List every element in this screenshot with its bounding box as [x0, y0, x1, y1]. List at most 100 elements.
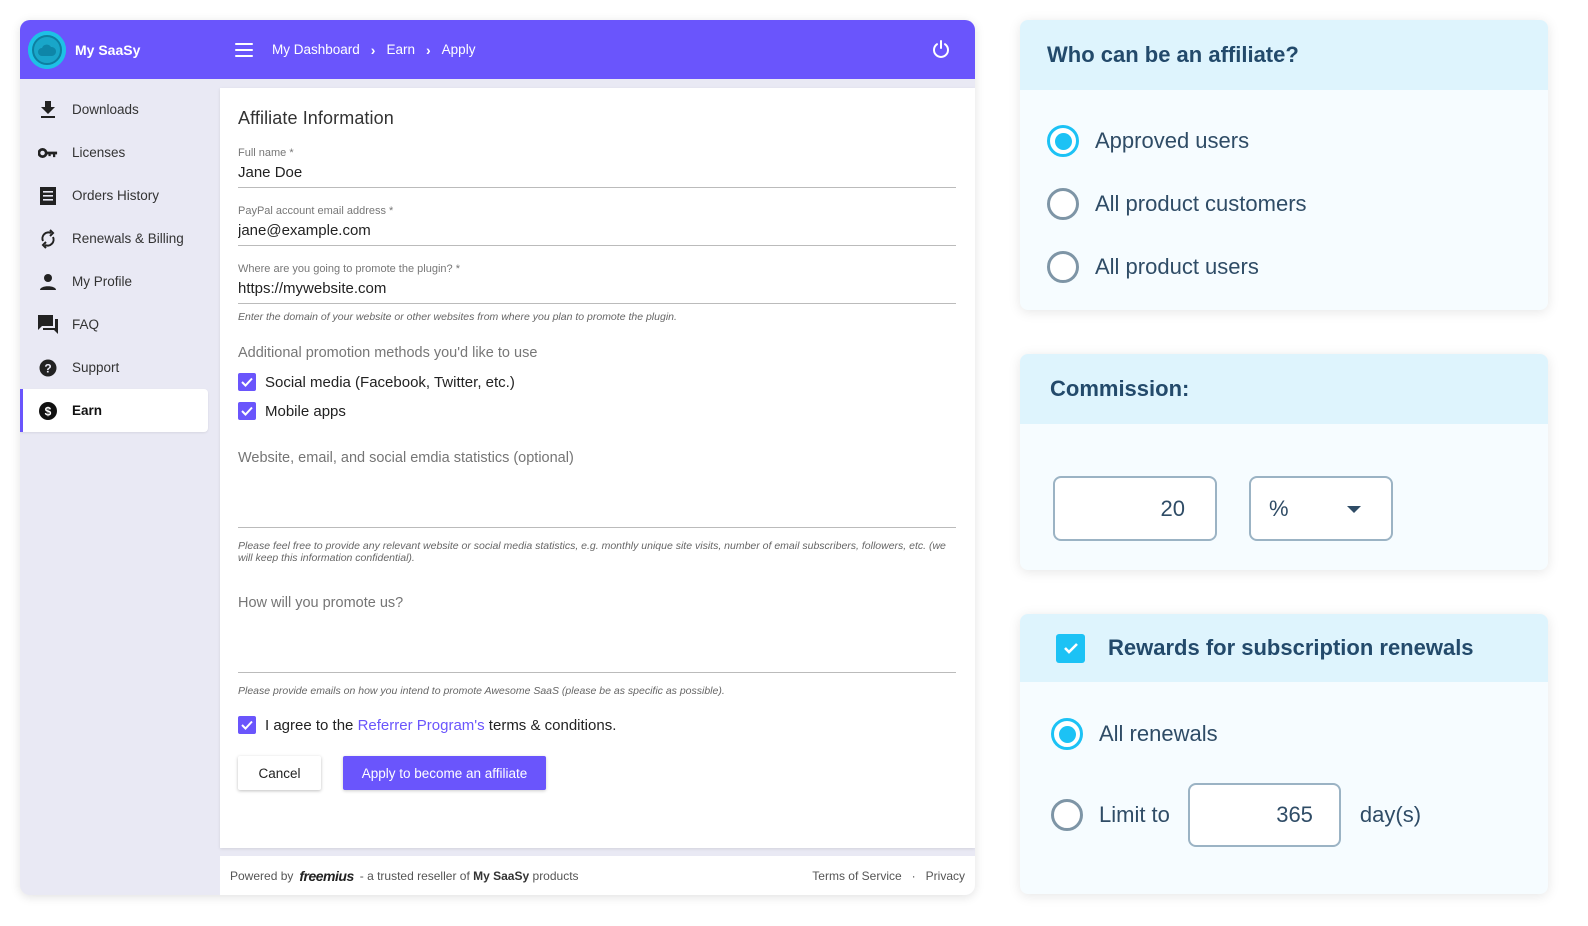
method-label: Mobile apps — [265, 402, 346, 420]
affiliate-eligibility-title: Who can be an affiliate? — [1020, 20, 1548, 90]
sidebar-item-earn[interactable]: $ Earn — [20, 389, 208, 432]
radio-label: Limit to — [1099, 802, 1170, 827]
help-icon: ? — [38, 358, 58, 378]
breadcrumb-apply: Apply — [441, 42, 476, 57]
svg-text:$: $ — [45, 404, 52, 418]
sidebar: Downloads Licenses Orders History Renewa… — [20, 88, 220, 432]
footer-separator: · — [911, 868, 916, 883]
svg-text:?: ? — [44, 361, 51, 375]
renewal-rewards-checkbox[interactable] — [1056, 633, 1085, 663]
radio-all-product-customers[interactable]: All product customers — [1047, 188, 1548, 220]
sidebar-item-label: Renewals & Billing — [72, 231, 184, 246]
freemius-logo[interactable]: freemius — [299, 868, 354, 884]
breadcrumb-earn[interactable]: Earn — [386, 42, 415, 57]
sidebar-item-label: Orders History — [72, 188, 160, 203]
form-actions: Cancel Apply to become an affiliate — [238, 756, 957, 790]
reseller-prefix: - a trusted reseller of — [359, 868, 470, 883]
renewal-rewards-card: Rewards for subscription renewals All re… — [1020, 614, 1548, 894]
forum-icon — [38, 315, 58, 335]
sidebar-item-renewals-billing[interactable]: Renewals & Billing — [20, 217, 220, 260]
affiliate-form-panel: Affiliate Information Full name * PayPal… — [220, 88, 975, 848]
radio-limit-to[interactable]: Limit to 365 day(s) — [1051, 783, 1548, 847]
method-social-media-checkbox[interactable]: Social media (Facebook, Twitter, etc.) — [238, 373, 957, 391]
promotion-methods-label: Additional promotion methods you'd like … — [238, 345, 538, 361]
sidebar-item-faq[interactable]: FAQ — [20, 303, 220, 346]
sidebar-item-downloads[interactable]: Downloads — [20, 88, 220, 131]
radio-unselected-icon — [1047, 188, 1079, 220]
page-title: Affiliate Information — [238, 108, 394, 128]
method-mobile-apps-checkbox[interactable]: Mobile apps — [238, 402, 957, 420]
statistics-hint: Please feel free to provide any relevant… — [238, 540, 946, 564]
how-promote-hint: Please provide emails on how you intend … — [238, 685, 725, 697]
how-promote-textarea[interactable] — [238, 591, 956, 673]
key-icon — [38, 143, 58, 163]
referrer-program-link[interactable]: Referrer Program's — [358, 717, 485, 734]
dropdown-caret-icon — [1347, 506, 1361, 513]
radio-selected-icon — [1047, 125, 1079, 157]
radio-all-renewals[interactable]: All renewals — [1051, 718, 1548, 750]
paypal-email-input[interactable] — [238, 217, 956, 246]
dollar-icon: $ — [38, 401, 58, 421]
agree-terms-checkbox[interactable]: I agree to the Referrer Program's terms … — [238, 716, 957, 734]
renewal-rewards-title: Rewards for subscription renewals — [1108, 635, 1474, 660]
brand-name: My SaaSy — [75, 41, 141, 58]
commission-amount-input[interactable]: 20 — [1053, 476, 1217, 541]
sidebar-item-support[interactable]: ? Support — [20, 346, 220, 389]
statistics-textarea[interactable] — [238, 446, 956, 528]
terms-of-service-link[interactable]: Terms of Service — [812, 869, 901, 883]
top-bar: My SaaSy My Dashboard › Earn › Apply — [20, 20, 975, 79]
radio-label: All product users — [1095, 254, 1259, 279]
radio-unselected-icon — [1047, 251, 1079, 283]
brand-logo-icon — [28, 30, 66, 69]
commission-title: Commission: — [1020, 354, 1548, 424]
paypal-email-label: PayPal account email address * — [238, 205, 394, 217]
renewal-rewards-header: Rewards for subscription renewals — [1020, 614, 1548, 682]
person-icon — [38, 272, 58, 292]
apply-affiliate-button[interactable]: Apply to become an affiliate — [343, 756, 546, 790]
hamburger-menu-icon[interactable] — [235, 42, 253, 57]
paypal-email-field: PayPal account email address * — [238, 205, 957, 246]
commission-unit-select[interactable]: % — [1249, 476, 1393, 541]
agree-text: I agree to the Referrer Program's terms … — [265, 716, 617, 734]
power-icon[interactable] — [931, 39, 951, 59]
limit-days-input[interactable]: 365 — [1187, 783, 1341, 847]
promote-where-label: Where are you going to promote the plugi… — [238, 263, 460, 275]
promote-where-input[interactable] — [238, 275, 956, 304]
customer-portal-window: My SaaSy My Dashboard › Earn › Apply Dow… — [20, 20, 975, 895]
radio-unselected-icon — [1051, 799, 1083, 831]
chevron-right-icon: › — [426, 41, 431, 58]
commission-card: Commission: 20 % — [1020, 354, 1548, 570]
refresh-icon — [38, 228, 58, 249]
sidebar-item-label: Licenses — [72, 145, 126, 160]
powered-by-text: Powered by — [230, 868, 294, 883]
radio-label: All product customers — [1095, 191, 1307, 216]
sidebar-item-licenses[interactable]: Licenses — [20, 131, 220, 174]
radio-approved-users[interactable]: Approved users — [1047, 125, 1548, 157]
brand[interactable]: My SaaSy — [20, 30, 220, 69]
radio-all-product-users[interactable]: All product users — [1047, 251, 1548, 283]
sidebar-item-label: Downloads — [72, 102, 139, 117]
sidebar-item-label: Support — [72, 360, 120, 375]
affiliate-eligibility-card: Who can be an affiliate? Approved users … — [1020, 20, 1548, 310]
radio-selected-icon — [1051, 718, 1083, 750]
checkbox-checked-icon — [238, 716, 256, 734]
sidebar-item-my-profile[interactable]: My Profile — [20, 260, 220, 303]
sidebar-item-orders-history[interactable]: Orders History — [20, 174, 220, 217]
reseller-suffix: products — [532, 868, 579, 883]
footer: Powered by freemius - a trusted reseller… — [220, 856, 975, 895]
privacy-link[interactable]: Privacy — [926, 869, 965, 883]
checkbox-checked-icon — [238, 373, 256, 391]
receipt-icon — [38, 186, 58, 206]
sidebar-item-label: FAQ — [72, 317, 100, 332]
method-label: Social media (Facebook, Twitter, etc.) — [265, 373, 515, 391]
full-name-label: Full name * — [238, 147, 294, 159]
full-name-field: Full name * — [238, 147, 957, 188]
chevron-right-icon: › — [370, 41, 376, 58]
breadcrumb-dashboard[interactable]: My Dashboard — [272, 42, 360, 57]
full-name-input[interactable] — [238, 159, 956, 188]
radio-label: Approved users — [1095, 128, 1250, 153]
cancel-button[interactable]: Cancel — [238, 756, 321, 790]
sidebar-item-label: My Profile — [72, 274, 133, 289]
checkbox-checked-icon — [238, 402, 256, 420]
reseller-brand: My SaaSy — [473, 868, 530, 883]
